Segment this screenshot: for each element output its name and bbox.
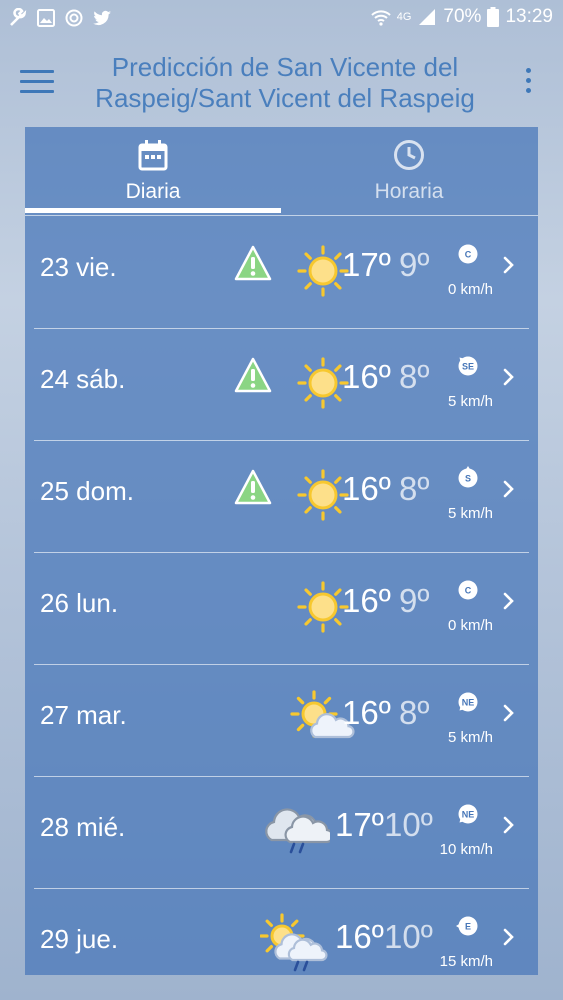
wind-direction-icon: NE <box>458 692 478 712</box>
day-label: 24 sáb. <box>40 364 126 394</box>
cloudy-rain-icon <box>265 808 330 854</box>
wind-speed: 5 km/h <box>447 505 493 522</box>
day-row[interactable]: 26 lun. 16º 9º C 0 km/h <box>34 552 529 665</box>
temp-min: 8º <box>399 358 430 395</box>
wind-speed: 15 km/h <box>439 953 493 970</box>
menu-icon[interactable] <box>20 70 54 96</box>
wind-speed: 5 km/h <box>447 393 493 410</box>
tab-bar: Diaria Horaria <box>25 127 538 216</box>
tab-diaria-label: Diaria <box>125 180 181 203</box>
day-row[interactable]: 28 mié. 17º 10º NE 10 km/h <box>34 776 529 889</box>
more-options-icon[interactable] <box>520 68 536 98</box>
wind-direction-icon: S <box>458 466 478 488</box>
warning-icon <box>234 469 272 505</box>
chevron-right-icon <box>503 592 514 610</box>
day-label: 28 mié. <box>40 812 126 842</box>
temp-max: 17º <box>335 806 384 843</box>
status-bar: 4G 70% 13:29 <box>0 0 563 40</box>
temp-min: 10º <box>384 806 433 843</box>
wrench-icon <box>10 8 27 26</box>
image-icon <box>37 9 55 27</box>
chevron-right-icon <box>503 928 514 946</box>
page-title: Predicción de San Vicente del Raspeig/Sa… <box>95 52 475 113</box>
battery-percent: 70% <box>443 6 482 27</box>
wind-direction-icon: E <box>456 916 478 936</box>
network-label: 4G <box>396 11 412 23</box>
wind-direction-label: NE <box>462 810 475 820</box>
wind-direction-icon: NE <box>458 804 478 824</box>
warning-icon <box>234 357 272 393</box>
temp-min: 8º <box>399 694 430 731</box>
day-label: 26 lun. <box>40 588 119 618</box>
wind-direction-label: S <box>465 474 471 484</box>
forecast-panel: Diaria Horaria 23 vie. 17º 9º C 0 km/h 2… <box>25 127 538 975</box>
wind-speed: 10 km/h <box>439 841 493 858</box>
warning-icon <box>234 245 272 281</box>
day-label: 27 mar. <box>40 700 127 730</box>
temp-max: 17º <box>342 246 391 283</box>
wind-direction-icon: C <box>458 580 478 600</box>
chevron-right-icon <box>503 480 514 498</box>
clock-time: 13:29 <box>505 6 553 27</box>
wifi-icon <box>371 10 391 26</box>
signal-icon <box>419 9 436 25</box>
temp-min: 9º <box>399 582 430 619</box>
day-row[interactable]: 23 vie. 17º 9º C 0 km/h <box>34 216 529 329</box>
wind-direction-label: NE <box>462 698 475 708</box>
day-label: 23 vie. <box>40 252 117 282</box>
temp-min: 10º <box>384 918 433 955</box>
chevron-right-icon <box>503 256 514 274</box>
temp-max: 16º <box>342 694 391 731</box>
twitter-icon <box>93 10 111 26</box>
tab-horaria-label: Horaria <box>374 180 444 203</box>
wind-direction-label: SE <box>462 362 474 372</box>
calendar-icon <box>138 140 168 171</box>
wind-direction-icon: C <box>458 244 478 264</box>
clock-icon <box>394 140 424 170</box>
wind-speed: 5 km/h <box>447 729 493 746</box>
temp-min: 9º <box>399 246 430 283</box>
day-row[interactable]: 25 dom. 16º 8º S 5 km/h <box>34 440 529 553</box>
chevron-right-icon <box>503 704 514 722</box>
tab-indicator <box>25 208 281 213</box>
temp-max: 16º <box>342 470 391 507</box>
app-header: Predicción de San Vicente del Raspeig/Sa… <box>0 40 563 126</box>
chevron-right-icon <box>503 368 514 386</box>
wind-direction-icon: SE <box>458 356 478 376</box>
temp-max: 16º <box>342 582 391 619</box>
wind-speed: 0 km/h <box>447 617 493 634</box>
temp-max: 16º <box>342 358 391 395</box>
partly-cloudy-rain-icon <box>260 913 328 972</box>
chevron-right-icon <box>503 816 514 834</box>
temp-max: 16º <box>335 918 384 955</box>
temp-min: 8º <box>399 470 430 507</box>
tab-diaria[interactable]: Diaria <box>25 127 281 215</box>
day-label: 29 jue. <box>40 924 119 954</box>
day-row[interactable]: 29 jue. 16º 10º E 15 km/h <box>34 888 529 975</box>
sync-icon <box>65 9 83 27</box>
wind-direction-label: C <box>465 250 472 260</box>
tab-horaria[interactable]: Horaria <box>281 127 537 215</box>
day-row[interactable]: 27 mar. 16º 8º NE 5 km/h <box>34 664 529 777</box>
wind-direction-label: E <box>465 922 471 932</box>
wind-speed: 0 km/h <box>447 281 493 298</box>
battery-icon <box>487 7 500 27</box>
day-label: 25 dom. <box>40 476 134 506</box>
day-row[interactable]: 24 sáb. 16º 8º SE 5 km/h <box>34 328 529 441</box>
wind-direction-label: C <box>465 586 472 596</box>
